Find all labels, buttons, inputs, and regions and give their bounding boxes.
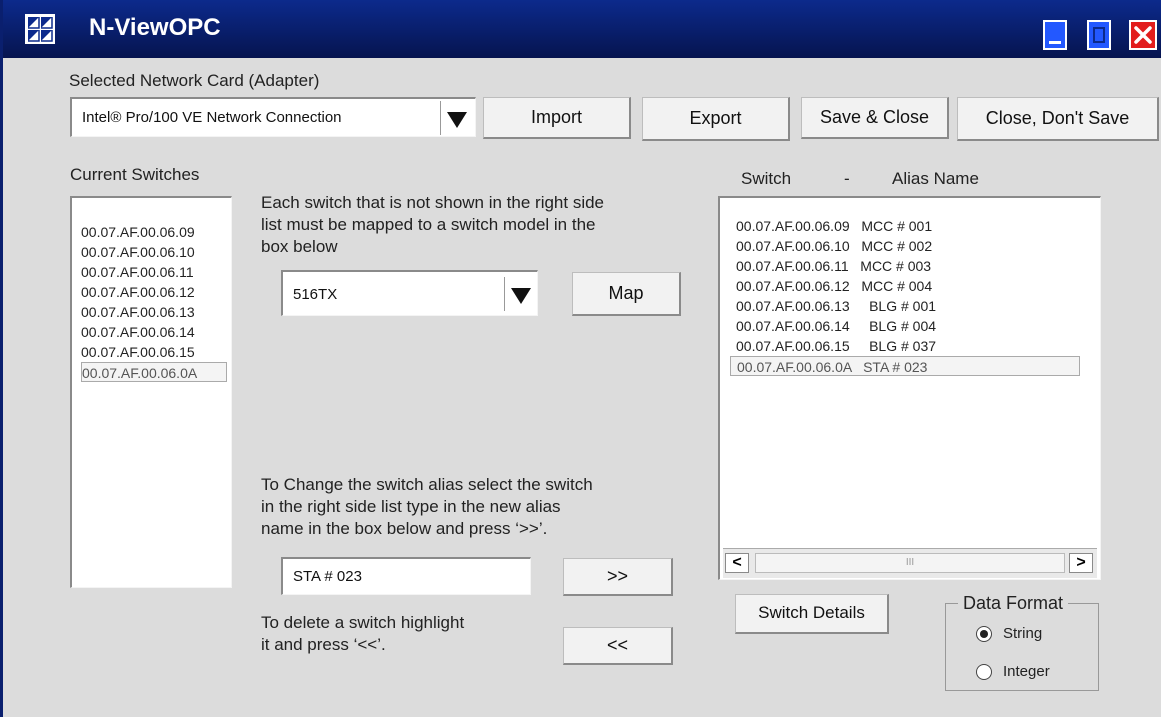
switch-details-button[interactable]: Switch Details xyxy=(735,594,889,634)
mapping-instructions: Each switch that is not shown in the rig… xyxy=(261,192,701,258)
list-item[interactable]: 00.07.AF.00.06.10 MCC # 002 xyxy=(736,236,1080,256)
radio-integer[interactable] xyxy=(976,664,992,680)
horizontal-scrollbar[interactable]: < III > xyxy=(723,548,1097,578)
scroll-right-icon[interactable]: > xyxy=(1069,553,1093,573)
current-switches-items: 00.07.AF.00.06.09 00.07.AF.00.06.10 00.0… xyxy=(81,222,227,382)
switch-model-value: 516TX xyxy=(293,286,338,303)
mapping-instructions-line: box below xyxy=(261,237,338,256)
header-separator: - xyxy=(844,169,850,188)
list-item[interactable]: 00.07.AF.00.06.14 xyxy=(81,322,227,342)
mapping-instructions-line: list must be mapped to a switch model in… xyxy=(261,215,596,234)
current-switches-label: Current Switches xyxy=(70,165,200,184)
alias-instructions: To Change the switch alias select the sw… xyxy=(261,474,701,540)
app-logo-icon xyxy=(25,14,55,44)
maximize-icon[interactable] xyxy=(1087,20,1111,50)
list-item[interactable]: 00.07.AF.00.06.14 BLG # 004 xyxy=(736,316,1080,336)
alias-input-value: STA # 023 xyxy=(293,568,362,585)
alias-instructions-line: name in the box below and press ‘>>’. xyxy=(261,519,548,538)
apply-alias-button[interactable]: >> xyxy=(563,558,673,596)
delete-instructions-line: To delete a switch highlight xyxy=(261,613,465,632)
data-format-legend: Data Format xyxy=(958,593,1069,614)
delete-instructions: To delete a switch highlight it and pres… xyxy=(261,612,561,656)
list-item[interactable]: 00.07.AF.00.06.09 MCC # 001 xyxy=(736,216,1080,236)
title-bar[interactable]: N-ViewOPC xyxy=(3,0,1161,58)
header-switch: Switch xyxy=(741,169,792,188)
save-close-button[interactable]: Save & Close xyxy=(801,97,949,139)
minimize-icon[interactable] xyxy=(1043,20,1067,50)
list-item[interactable]: 00.07.AF.00.06.11 xyxy=(81,262,227,282)
alias-instructions-line: To Change the switch alias select the sw… xyxy=(261,475,593,494)
list-item[interactable]: 00.07.AF.00.06.13 xyxy=(81,302,227,322)
list-item[interactable]: 00.07.AF.00.06.09 xyxy=(81,222,227,242)
network-card-value: Intel® Pro/100 VE Network Connection xyxy=(82,109,342,126)
app-window: N-ViewOPC Selected Network Card (Adapter… xyxy=(0,0,1161,717)
export-button[interactable]: Export xyxy=(642,97,790,141)
switch-model-select[interactable]: 516TX xyxy=(281,270,538,316)
chevron-down-icon[interactable] xyxy=(440,101,472,135)
list-item-selected[interactable]: 00.07.AF.00.06.0A STA # 023 xyxy=(730,356,1080,376)
list-item[interactable]: 00.07.AF.00.06.10 xyxy=(81,242,227,262)
import-button[interactable]: Import xyxy=(483,97,631,139)
map-button[interactable]: Map xyxy=(572,272,681,316)
alias-instructions-line: in the right side list type in the new a… xyxy=(261,497,561,516)
current-switches-list[interactable]: 00.07.AF.00.06.09 00.07.AF.00.06.10 00.0… xyxy=(70,196,232,588)
network-card-select[interactable]: Intel® Pro/100 VE Network Connection xyxy=(70,97,476,137)
mapping-instructions-line: Each switch that is not shown in the rig… xyxy=(261,193,605,212)
header-alias-name: Alias Name xyxy=(892,169,979,188)
delete-switch-button[interactable]: << xyxy=(563,627,673,665)
scroll-left-icon[interactable]: < xyxy=(725,553,749,573)
alias-input[interactable]: STA # 023 xyxy=(281,557,531,595)
list-item[interactable]: 00.07.AF.00.06.13 BLG # 001 xyxy=(736,296,1080,316)
list-item[interactable]: 00.07.AF.00.06.15 xyxy=(81,342,227,362)
close-dont-save-button[interactable]: Close, Don't Save xyxy=(957,97,1159,141)
radio-string[interactable] xyxy=(976,626,992,642)
delete-instructions-line: it and press ‘<<’. xyxy=(261,635,386,654)
list-item[interactable]: 00.07.AF.00.06.12 MCC # 004 xyxy=(736,276,1080,296)
list-item[interactable]: 00.07.AF.00.06.11 MCC # 003 xyxy=(736,256,1080,276)
radio-integer-label: Integer xyxy=(1003,663,1050,680)
network-card-label: Selected Network Card (Adapter) xyxy=(69,71,320,90)
alias-list[interactable]: 00.07.AF.00.06.09 MCC # 001 00.07.AF.00.… xyxy=(718,196,1101,580)
list-item[interactable]: 00.07.AF.00.06.15 BLG # 037 xyxy=(736,336,1080,356)
alias-list-items: 00.07.AF.00.06.09 MCC # 001 00.07.AF.00.… xyxy=(730,216,1080,376)
radio-string-label: String xyxy=(1003,625,1043,642)
list-item[interactable]: 00.07.AF.00.06.12 xyxy=(81,282,227,302)
close-icon[interactable] xyxy=(1129,20,1157,50)
window-title: N-ViewOPC xyxy=(89,14,221,41)
chevron-down-icon[interactable] xyxy=(504,277,536,311)
scroll-thumb[interactable]: III xyxy=(755,553,1065,573)
list-item-selected[interactable]: 00.07.AF.00.06.0A xyxy=(81,362,227,382)
